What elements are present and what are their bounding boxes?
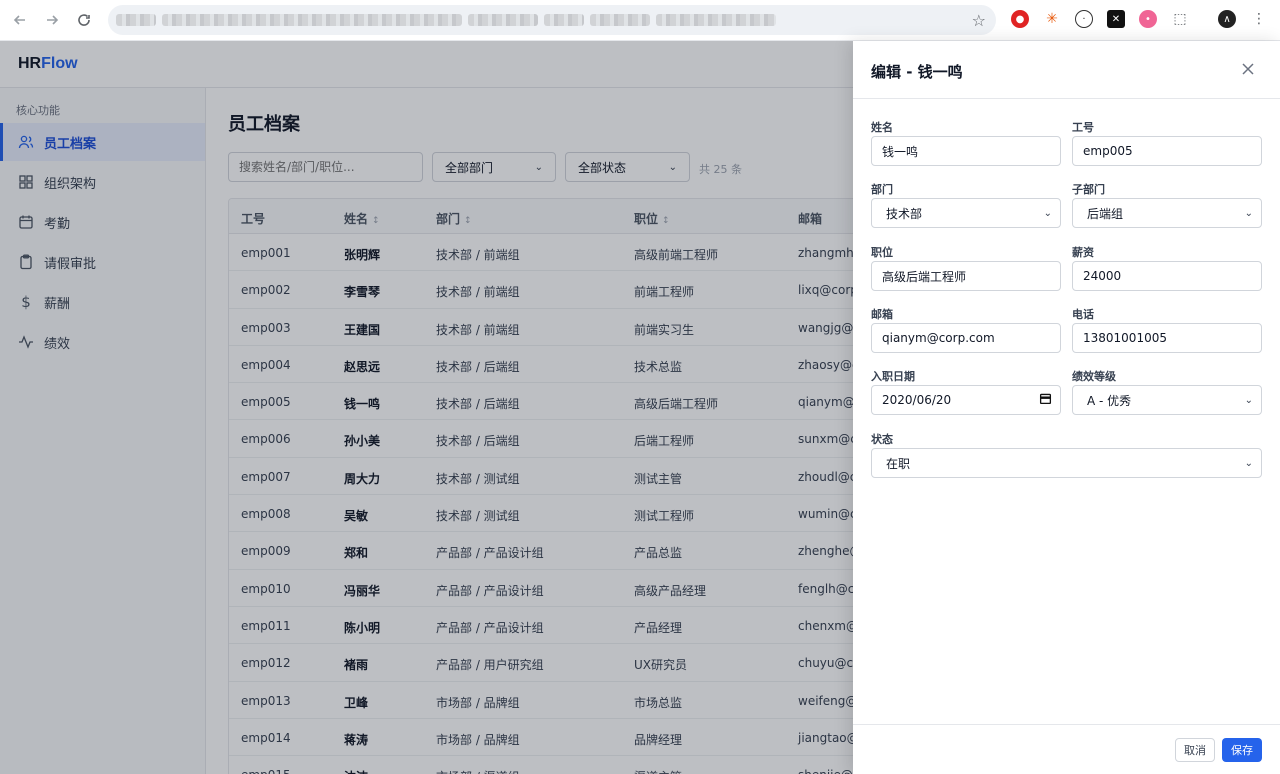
back-icon[interactable] [4, 4, 36, 36]
email-label: 邮箱 [871, 308, 893, 321]
browser-toolbar: ☆ ● ✳ · ✕ • ⬚ ∧ ⋮ [0, 0, 1280, 41]
name-label: 姓名 [871, 121, 893, 134]
reload-icon[interactable] [68, 4, 100, 36]
save-button[interactable]: 保存 [1222, 738, 1262, 762]
salary-label: 薪资 [1072, 246, 1094, 259]
status-label: 状态 [871, 433, 893, 446]
emp-id-label: 工号 [1072, 121, 1094, 134]
drawer-header: 编辑 - 钱一鸣 [853, 41, 1280, 99]
extension-ai-icon[interactable]: ✕ [1107, 10, 1125, 28]
edit-drawer: 编辑 - 钱一鸣 姓名 钱一鸣 工号 emp005 部门 技术部 ⌄ 子部门 后端… [853, 41, 1280, 774]
dept-label: 部门 [871, 183, 893, 196]
address-bar[interactable]: ☆ [108, 5, 996, 35]
chevron-down-icon: ⌄ [1244, 207, 1253, 219]
sub-dept-select[interactable]: 后端组 ⌄ [1072, 198, 1262, 228]
modal-overlay[interactable] [0, 41, 853, 774]
position-input[interactable]: 高级后端工程师 [871, 261, 1061, 291]
rating-select[interactable]: A - 优秀 ⌄ [1072, 385, 1262, 415]
email-input[interactable]: qianym@corp.com [871, 323, 1061, 353]
drawer-title: 编辑 - 钱一鸣 [871, 63, 963, 81]
forward-icon[interactable] [36, 4, 68, 36]
calendar-picker-icon[interactable] [1039, 392, 1052, 408]
rating-label: 绩效等级 [1072, 370, 1116, 383]
browser-menu-icon[interactable]: ⋮ [1250, 10, 1268, 28]
emp-id-input[interactable]: emp005 [1072, 136, 1262, 166]
chevron-down-icon: ⌄ [1043, 207, 1052, 219]
bookmark-star-icon[interactable]: ☆ [972, 11, 986, 30]
extensions-puzzle-icon[interactable]: ⬚ [1171, 10, 1189, 28]
phone-label: 电话 [1072, 308, 1094, 321]
chevron-down-icon: ⌄ [1244, 457, 1253, 469]
extension-pink-icon[interactable]: • [1139, 10, 1157, 28]
drawer-footer: 取消 保存 [853, 724, 1280, 774]
position-label: 职位 [871, 246, 893, 259]
cancel-button[interactable]: 取消 [1175, 738, 1215, 762]
status-select[interactable]: 在职 ⌄ [871, 448, 1262, 478]
hire-date-label: 入职日期 [871, 370, 915, 383]
chevron-down-icon: ⌄ [1244, 394, 1253, 406]
extension-burst-icon[interactable]: ✳ [1043, 10, 1061, 28]
close-icon[interactable] [1240, 61, 1256, 77]
profile-avatar[interactable]: ∧ [1218, 10, 1236, 28]
extension-opera-icon[interactable]: ● [1011, 10, 1029, 28]
hire-date-input[interactable]: 2020/06/20 [871, 385, 1061, 415]
sub-dept-label: 子部门 [1072, 183, 1105, 196]
extension-chat-icon[interactable]: · [1075, 10, 1093, 28]
name-input[interactable]: 钱一鸣 [871, 136, 1061, 166]
dept-select[interactable]: 技术部 ⌄ [871, 198, 1061, 228]
phone-input[interactable]: 13801001005 [1072, 323, 1262, 353]
salary-input[interactable]: 24000 [1072, 261, 1262, 291]
